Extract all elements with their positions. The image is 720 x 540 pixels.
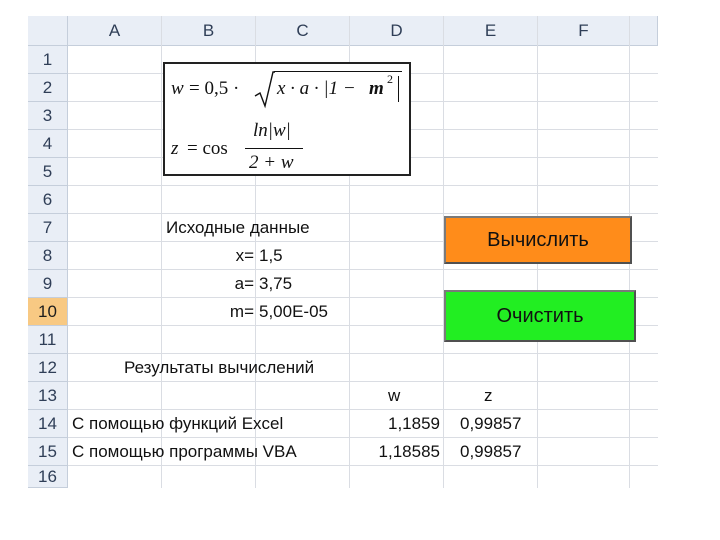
gridline (68, 269, 658, 270)
row-header-5[interactable]: 5 (28, 158, 68, 186)
row-header-3[interactable]: 3 (28, 102, 68, 130)
row-header-15[interactable]: 15 (28, 438, 68, 466)
calculate-button[interactable]: Вычислить (444, 216, 632, 264)
formula-z-lhs: z (171, 138, 179, 159)
row-header-13[interactable]: 13 (28, 382, 68, 410)
results-row1-z[interactable]: 0,99857 (460, 410, 521, 438)
row-header-9[interactable]: 9 (28, 270, 68, 298)
formula-image[interactable]: w = 0,5 · x · a · |1 − m 2 z = cos ln|w|… (163, 62, 411, 176)
row-header-8[interactable]: 8 (28, 242, 68, 270)
row-header-12[interactable]: 12 (28, 354, 68, 382)
m-label: m= (229, 302, 254, 321)
x-value-cell[interactable]: 1,5 (259, 242, 283, 270)
column-header-a[interactable]: A (68, 16, 162, 46)
column-header-e[interactable]: E (444, 16, 538, 46)
results-row2-w[interactable]: 1,18585 (352, 438, 440, 466)
sqrt-bar (274, 71, 402, 72)
row-header-16[interactable]: 16 (28, 466, 68, 488)
select-all-corner[interactable] (28, 16, 68, 46)
x-label: x= (235, 246, 254, 265)
formula-w-lhs: w (171, 78, 184, 99)
results-title: Результаты вычислений (124, 358, 315, 377)
row-header-1[interactable]: 1 (28, 46, 68, 74)
row-header-14[interactable]: 14 (28, 410, 68, 438)
gridline (68, 213, 658, 214)
fraction-bar (245, 148, 303, 149)
formula-w-m: m (369, 78, 384, 99)
formula-z-denominator: 2 + w (249, 152, 294, 173)
row-header-4[interactable]: 4 (28, 130, 68, 158)
formula-w-eq: = 0,5 · (189, 78, 240, 99)
results-row2-label: С помощью программы VBA (72, 442, 297, 461)
formula-z-numerator: ln|w| (253, 120, 291, 141)
column-header-d[interactable]: D (350, 16, 444, 46)
a-label: a= (234, 274, 254, 293)
results-col-z: z (484, 386, 493, 405)
results-row2-z[interactable]: 0,99857 (460, 438, 521, 466)
results-row1-w[interactable]: 1,1859 (352, 410, 440, 438)
m-value-cell[interactable]: 5,00E-05 (259, 298, 328, 326)
abs-bar (398, 76, 399, 102)
spreadsheet: A B C D E F 1 2 3 4 5 6 7 8 9 10 11 12 1… (0, 0, 720, 540)
column-header-b[interactable]: B (162, 16, 256, 46)
formula-w-exponent: 2 (387, 72, 393, 86)
row-header-7[interactable]: 7 (28, 214, 68, 242)
formula-z-eq: = cos (187, 138, 228, 159)
results-row1-label: С помощью функций Excel (72, 414, 284, 433)
sqrt-icon (254, 71, 275, 109)
formula-w-radicand: x · a · |1 − (277, 78, 356, 99)
gridline (68, 185, 658, 186)
top-strip (28, 0, 658, 16)
column-header-g[interactable] (630, 16, 658, 46)
results-col-w: w (388, 386, 401, 405)
a-value-cell[interactable]: 3,75 (259, 270, 292, 298)
row-header-11[interactable]: 11 (28, 326, 68, 354)
column-header-c[interactable]: C (256, 16, 350, 46)
clear-button[interactable]: Очистить (444, 290, 636, 342)
row-header-10-selected[interactable]: 10 (28, 298, 68, 326)
column-header-f[interactable]: F (538, 16, 630, 46)
inputs-title: Исходные данные (166, 218, 310, 237)
row-header-6[interactable]: 6 (28, 186, 68, 214)
row-header-2[interactable]: 2 (28, 74, 68, 102)
